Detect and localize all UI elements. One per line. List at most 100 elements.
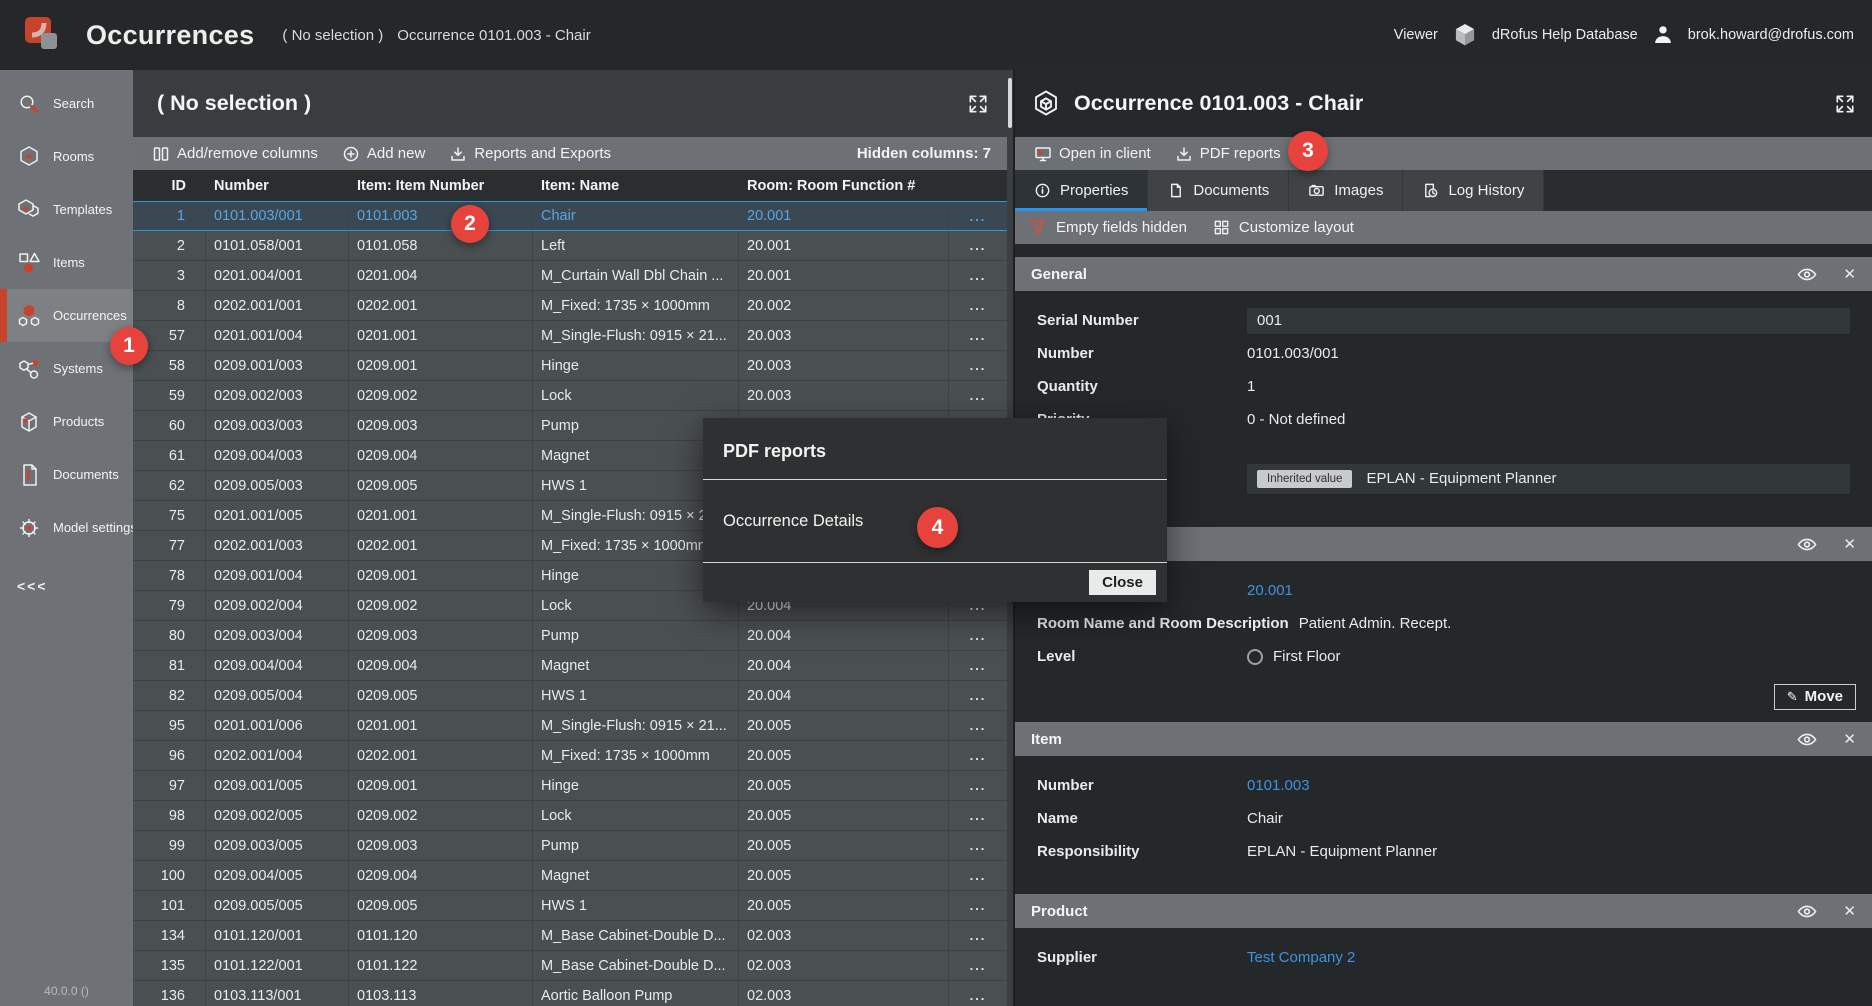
field-label: Number (1037, 777, 1247, 794)
rooms-icon (16, 144, 42, 170)
table-row[interactable]: 580209.001/0030209.001Hinge20.003... (133, 351, 1007, 381)
table-row[interactable]: 30201.004/0010201.004M_Curtain Wall Dbl … (133, 261, 1007, 291)
cell: 77 (133, 531, 206, 560)
row-menu-button[interactable]: ... (949, 711, 1007, 740)
row-menu-button[interactable]: ... (949, 831, 1007, 860)
table-row[interactable]: 960202.001/0040202.001M_Fixed: 1735 × 10… (133, 741, 1007, 771)
cell: 0209.001/004 (206, 561, 349, 590)
open-in-client-button[interactable]: Open in client (1025, 145, 1160, 163)
user-email[interactable]: brok.howard@drofus.com (1688, 27, 1854, 43)
row-menu-button[interactable]: ... (949, 231, 1007, 260)
table-row[interactable]: 1360103.113/0010103.113Aortic Balloon Pu… (133, 981, 1007, 1006)
table-row[interactable]: 990209.003/0050209.003Pump20.005... (133, 831, 1007, 861)
radio-button[interactable] (1247, 649, 1263, 665)
customize-layout-button[interactable]: Customize layout (1213, 219, 1354, 236)
field-supplier: SupplierTest Company 2 (1037, 941, 1850, 974)
table-row[interactable]: 1010209.005/0050209.005HWS 120.005... (133, 891, 1007, 921)
field-input[interactable]: 001 (1247, 308, 1850, 334)
field-link[interactable]: Test Company 2 (1247, 949, 1355, 966)
sidebar-item-products[interactable]: Products (0, 395, 133, 448)
sidebar-item-documents[interactable]: Documents (0, 448, 133, 501)
field-input[interactable]: Inherited valueEPLAN - Equipment Planner (1247, 464, 1850, 494)
row-menu-button[interactable]: ... (949, 381, 1007, 410)
row-menu-button[interactable]: ... (949, 351, 1007, 380)
row-menu-button[interactable]: ... (949, 681, 1007, 710)
tab-documents[interactable]: Documents (1148, 170, 1289, 211)
scrollbar-thumb[interactable] (1008, 78, 1012, 128)
row-menu-button[interactable]: ... (949, 951, 1007, 980)
row-menu-button[interactable]: ... (949, 321, 1007, 350)
cell: Left (533, 231, 739, 260)
row-menu-button[interactable]: ... (949, 651, 1007, 680)
row-menu-button[interactable]: ... (949, 291, 1007, 320)
field-link[interactable]: 20.001 (1247, 582, 1293, 599)
row-menu-button[interactable]: ... (949, 861, 1007, 890)
row-menu-button[interactable]: ... (949, 801, 1007, 830)
database-cube-icon[interactable] (1452, 22, 1478, 48)
add-remove-columns-label: Add/remove columns (177, 145, 318, 162)
row-menu-button[interactable]: ... (949, 202, 1007, 230)
table-row[interactable]: 590209.002/0030209.002Lock20.003... (133, 381, 1007, 411)
move-button[interactable]: ✎Move (1774, 684, 1856, 710)
close-icon[interactable]: ✕ (1843, 902, 1856, 920)
cell: 20.005 (739, 831, 949, 860)
tab-properties[interactable]: Properties (1015, 170, 1148, 211)
table-row[interactable]: 950201.001/0060201.001M_Single-Flush: 09… (133, 711, 1007, 741)
row-menu-button[interactable]: ... (949, 921, 1007, 950)
sidebar-item-model-settings[interactable]: Model settings (0, 501, 133, 554)
close-icon[interactable]: ✕ (1843, 730, 1856, 748)
field-number: Number0101.003 (1037, 769, 1850, 802)
table-row[interactable]: 1350101.122/0010101.122M_Base Cabinet-Do… (133, 951, 1007, 981)
eye-icon[interactable] (1797, 537, 1817, 552)
column-header-id[interactable]: ID (133, 170, 206, 201)
empty-fields-filter-button[interactable]: Empty fields hidden (1029, 219, 1187, 237)
table-row[interactable]: 820209.005/0040209.005HWS 120.004... (133, 681, 1007, 711)
eye-icon[interactable] (1797, 904, 1817, 919)
close-icon[interactable]: ✕ (1843, 265, 1856, 283)
cell: 0209.005 (349, 681, 533, 710)
row-menu-button[interactable]: ... (949, 621, 1007, 650)
table-row[interactable]: 80202.001/0010202.001M_Fixed: 1735 × 100… (133, 291, 1007, 321)
close-button[interactable]: Close (1089, 570, 1156, 595)
tab-images[interactable]: Images (1289, 170, 1403, 211)
table-row[interactable]: 20101.058/0010101.058Left20.001... (133, 231, 1007, 261)
table-row[interactable]: 980209.002/0050209.002Lock20.005... (133, 801, 1007, 831)
row-menu-button[interactable]: ... (949, 981, 1007, 1006)
expand-icon[interactable] (1834, 93, 1856, 115)
table-row[interactable]: 810209.004/0040209.004Magnet20.004... (133, 651, 1007, 681)
row-menu-button[interactable]: ... (949, 771, 1007, 800)
column-header-item-item-number[interactable]: Item: Item Number (349, 170, 533, 201)
tab-log-history[interactable]: Log History (1403, 170, 1544, 211)
eye-icon[interactable] (1797, 732, 1817, 747)
sidebar-item-templates[interactable]: Templates (0, 183, 133, 236)
table-row[interactable]: 1000209.004/0050209.004Magnet20.005... (133, 861, 1007, 891)
cell: 0101.058/001 (206, 231, 349, 260)
cell: 20.005 (739, 861, 949, 890)
cell: 0209.001 (349, 351, 533, 380)
pdf-reports-button[interactable]: PDF reports (1166, 145, 1290, 163)
cell: 20.001 (739, 231, 949, 260)
sidebar-item-search[interactable]: Search (0, 77, 133, 130)
eye-icon[interactable] (1797, 267, 1817, 282)
reports-and-exports-button[interactable]: Reports and Exports (440, 145, 620, 163)
row-menu-button[interactable]: ... (949, 741, 1007, 770)
add-new-button[interactable]: Add new (333, 145, 434, 163)
row-menu-button[interactable]: ... (949, 261, 1007, 290)
expand-icon[interactable] (967, 93, 989, 115)
table-row[interactable]: 800209.003/0040209.003Pump20.004... (133, 621, 1007, 651)
annotation-badge-1: 1 (110, 327, 148, 365)
table-row[interactable]: 970209.001/0050209.001Hinge20.005... (133, 771, 1007, 801)
column-header-number[interactable]: Number (206, 170, 349, 201)
column-header-item-name[interactable]: Item: Name (533, 170, 739, 201)
close-icon[interactable]: ✕ (1843, 535, 1856, 553)
row-menu-button[interactable]: ... (949, 891, 1007, 920)
column-header-room-room-function[interactable]: Room: Room Function # (739, 170, 949, 201)
table-row[interactable]: 10101.003/0010101.003Chair20.001... (133, 201, 1007, 231)
field-link[interactable]: 0101.003 (1247, 777, 1310, 794)
sidebar-item-items[interactable]: Items (0, 236, 133, 289)
table-row[interactable]: 570201.001/0040201.001M_Single-Flush: 09… (133, 321, 1007, 351)
sidebar-item-rooms[interactable]: Rooms (0, 130, 133, 183)
sidebar-collapse-button[interactable]: <<< (0, 578, 133, 594)
add-remove-columns-button[interactable]: Add/remove columns (143, 145, 327, 163)
table-row[interactable]: 1340101.120/0010101.120M_Base Cabinet-Do… (133, 921, 1007, 951)
